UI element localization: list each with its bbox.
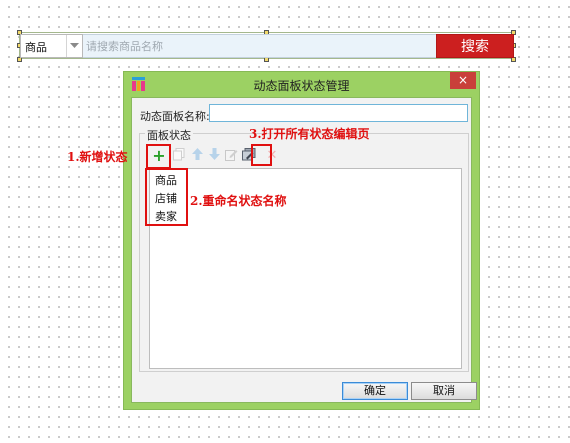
close-icon: × bbox=[457, 73, 469, 87]
panel-name-input[interactable] bbox=[209, 104, 468, 122]
dialog-title: 动态面板状态管理 bbox=[253, 79, 350, 93]
move-down-icon[interactable] bbox=[206, 148, 222, 164]
search-button[interactable]: 搜索 bbox=[436, 34, 514, 58]
search-input[interactable]: 请搜索商品名称 bbox=[86, 38, 163, 54]
annotation-box-state-names bbox=[145, 168, 188, 226]
dialog-window: 动态面板状态管理 × 动态面板名称: 面板状态 + ✕ 商品 店铺 卖家 确定 … bbox=[123, 71, 480, 410]
edit-icon[interactable] bbox=[223, 148, 239, 164]
panel-states-group-label: 面板状态 bbox=[145, 127, 193, 143]
category-select-value: 商品 bbox=[25, 41, 47, 54]
ok-button[interactable]: 确定 bbox=[342, 382, 408, 400]
cancel-button[interactable]: 取消 bbox=[411, 382, 477, 400]
move-up-icon[interactable] bbox=[189, 148, 205, 164]
chevron-down-icon[interactable] bbox=[66, 35, 82, 57]
dialog-content: 动态面板名称: 面板状态 + ✕ 商品 店铺 卖家 确定 取消 bbox=[131, 97, 477, 403]
annotation-box-add-button bbox=[146, 144, 171, 169]
annotation-box-edit-all-button bbox=[251, 144, 272, 166]
duplicate-icon[interactable] bbox=[171, 148, 187, 164]
annotation-rename-state: 2.重命名状态名称 bbox=[190, 194, 287, 208]
annotation-open-all-states: 3.打开所有状态编辑页 bbox=[249, 127, 370, 141]
panel-name-label: 动态面板名称: bbox=[140, 110, 210, 123]
annotation-add-state: 1.新增状态 bbox=[67, 150, 128, 164]
dialog-titlebar[interactable]: 动态面板状态管理 × bbox=[124, 72, 479, 97]
close-button[interactable]: × bbox=[450, 72, 476, 89]
category-select[interactable]: 商品 bbox=[20, 34, 83, 58]
